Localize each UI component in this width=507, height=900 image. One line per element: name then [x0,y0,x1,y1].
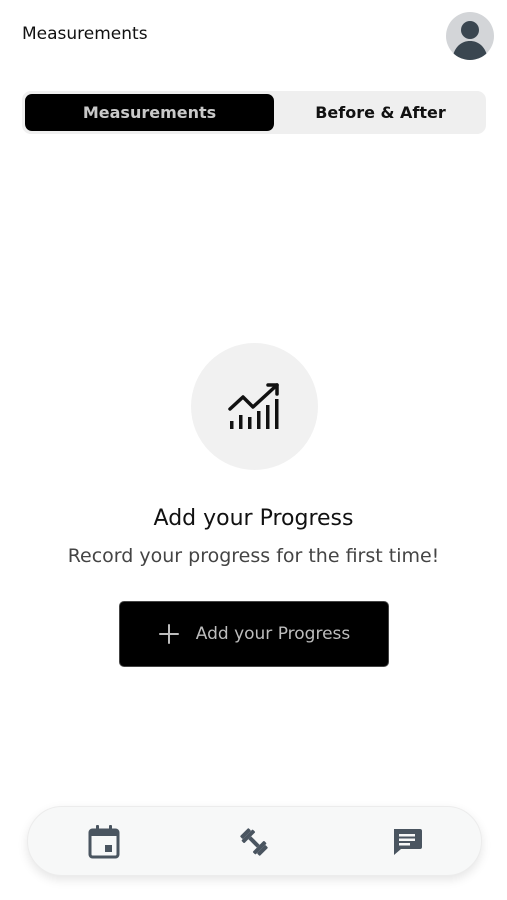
empty-state-icon-circle [191,343,318,470]
dumbbell-icon [240,828,268,856]
nav-chat[interactable] [389,824,425,860]
chat-icon [394,829,422,855]
page-title: Measurements [22,24,148,44]
add-progress-button[interactable]: Add your Progress [119,601,389,667]
nav-workout[interactable] [236,824,272,860]
plus-icon [158,624,179,644]
bottom-navigation [27,806,482,876]
empty-state-title: Add your Progress [153,506,354,531]
user-avatar-icon [452,21,488,60]
empty-state-subtitle: Record your progress for the first time! [67,545,440,567]
tab-before-after[interactable]: Before & After [278,94,483,131]
chart-progress-icon [227,382,279,429]
avatar[interactable] [446,12,494,60]
calendar-icon [88,825,120,859]
add-progress-button-label: Add your Progress [195,624,351,644]
app-header: Measurements [0,0,507,70]
tab-measurements[interactable]: Measurements [25,94,274,131]
segmented-control: Measurements Before & After [22,91,486,134]
nav-calendar[interactable] [86,824,122,860]
